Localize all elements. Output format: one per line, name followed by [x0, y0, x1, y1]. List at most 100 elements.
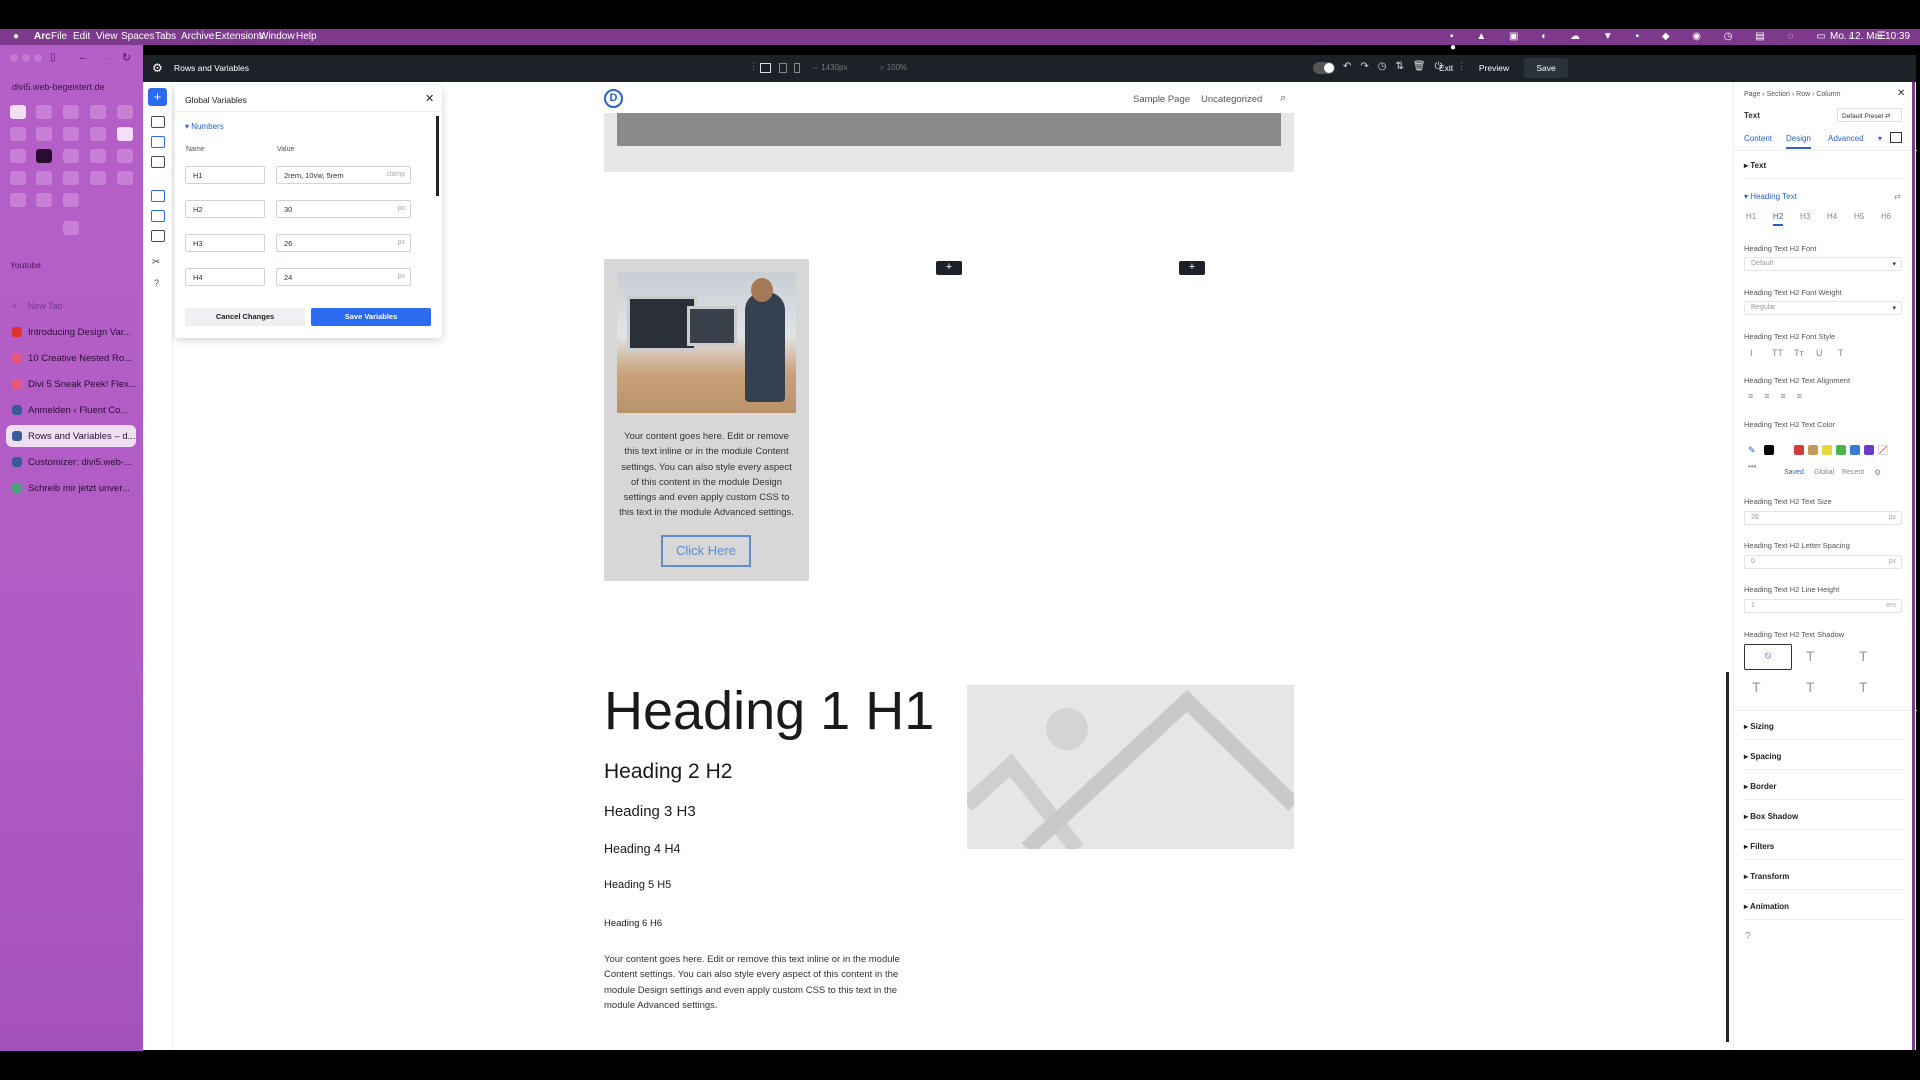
save-button[interactable]: Save [1524, 58, 1568, 78]
favorite-icon[interactable] [63, 127, 79, 141]
size-input[interactable]: 26 px [1744, 511, 1902, 525]
section-options-icon[interactable]: ⇄ [1894, 192, 1901, 201]
variable-name-input[interactable]: H3 [185, 234, 265, 252]
section-filters-toggle[interactable]: ▸ Filters [1744, 842, 1904, 860]
variable-name-input[interactable]: H4 [185, 268, 265, 286]
scrollbar[interactable] [436, 116, 439, 196]
favorite-icon[interactable] [36, 149, 52, 163]
line-height-input[interactable]: 1 em [1744, 599, 1902, 613]
menu-window[interactable]: Window [259, 31, 295, 42]
search-icon[interactable]: ⌕ [1280, 92, 1286, 105]
color-tab-recent[interactable]: Recent [1842, 469, 1864, 476]
save-variables-button[interactable]: Save Variables [311, 308, 431, 326]
preset-dropdown[interactable]: Default Preset ⇄ [1837, 108, 1902, 122]
color-swatch[interactable] [1864, 445, 1874, 455]
forward-icon[interactable]: → [100, 51, 111, 63]
presets-icon[interactable] [151, 156, 165, 168]
history-icons[interactable]: ↶↷◷⇅🗑⏻ [1343, 61, 1451, 72]
preview-button[interactable]: Preview [1470, 58, 1518, 78]
heading-4[interactable]: Heading 4 H4 [604, 842, 680, 856]
more-icon[interactable]: ⋮ [1457, 61, 1466, 72]
heading-tab-h2[interactable]: H2 [1773, 212, 1784, 226]
favorite-icon[interactable] [90, 171, 106, 185]
image-placeholder-icon[interactable] [967, 685, 1294, 849]
cancel-changes-button[interactable]: Cancel Changes [185, 308, 305, 326]
heading-5[interactable]: Heading 5 H5 [604, 879, 671, 891]
font-style-button[interactable]: T [1838, 348, 1844, 358]
color-swatch[interactable] [1850, 445, 1860, 455]
menu-archive[interactable]: Archive [181, 31, 214, 42]
traffic-light-icon[interactable] [10, 54, 18, 62]
font-style-button[interactable]: Tт [1794, 348, 1804, 358]
canvas-width[interactable]: ⇔ 1430px [811, 63, 847, 72]
breadcrumb[interactable]: Page › Section › Row › Column [1744, 91, 1840, 98]
menu-file[interactable]: File [51, 31, 67, 42]
heading-6[interactable]: Heading 6 H6 [604, 918, 662, 929]
traffic-light-icon[interactable] [22, 54, 30, 62]
favorite-icon[interactable] [36, 193, 52, 207]
exit-button[interactable]: Exit [1439, 63, 1453, 73]
page-settings-icon[interactable] [151, 190, 165, 202]
layers-icon[interactable] [151, 116, 165, 128]
favorite-icon[interactable] [10, 171, 26, 185]
close-icon[interactable]: ✕ [1897, 88, 1905, 99]
heading-tab-h4[interactable]: H4 [1827, 212, 1837, 221]
tab-design[interactable]: Design [1786, 134, 1811, 149]
favorite-icon[interactable] [36, 171, 52, 185]
heading-1[interactable]: Heading 1 H1 [604, 680, 934, 742]
nav-sample-page[interactable]: Sample Page [1133, 94, 1190, 105]
favorite-icon[interactable] [10, 193, 26, 207]
reload-icon[interactable]: ↻ [122, 51, 131, 64]
arc-tab[interactable]: Introducing Design Var... [6, 321, 136, 343]
help-icon[interactable]: ? [1745, 931, 1751, 942]
heading-2[interactable]: Heading 2 H2 [604, 760, 732, 784]
menu-extensions[interactable]: Extensions [215, 31, 264, 42]
font-style-button[interactable]: I [1750, 348, 1753, 358]
heading-tab-h5[interactable]: H5 [1854, 212, 1864, 221]
arc-tab[interactable]: Schreib mir jetzt unver... [6, 477, 136, 499]
favorite-icon[interactable] [117, 127, 133, 141]
favorite-icon[interactable] [63, 193, 79, 207]
color-swatch[interactable] [1764, 445, 1774, 455]
color-settings-icon[interactable]: ⚙ [1874, 468, 1881, 477]
chevron-down-icon[interactable]: ▾ [1878, 134, 1882, 143]
menu-arc[interactable]: Arc [34, 31, 51, 42]
site-logo[interactable]: D [604, 89, 623, 108]
apple-icon[interactable]: ● [13, 31, 19, 42]
new-tab-button[interactable]: + New Tab [12, 301, 63, 311]
library-icon[interactable] [151, 210, 165, 222]
section-transform-toggle[interactable]: ▸ Transform [1744, 872, 1904, 890]
menu-tabs[interactable]: Tabs [155, 31, 176, 42]
variable-name-input[interactable]: H2 [185, 200, 265, 218]
favorite-icon[interactable] [63, 171, 79, 185]
favorite-icon[interactable] [36, 127, 52, 141]
shadow-preset-option[interactable]: T [1859, 679, 1868, 695]
favorite-icon[interactable] [90, 149, 106, 163]
arc-tab[interactable]: Customizer: divi5.web-... [6, 451, 136, 473]
heading-tab-h6[interactable]: H6 [1881, 212, 1891, 221]
color-swatch[interactable] [1808, 445, 1818, 455]
color-swatch[interactable] [1836, 445, 1846, 455]
favorite-icon[interactable] [117, 149, 133, 163]
text-align-buttons[interactable]: ≡≡≡≡ [1748, 391, 1813, 401]
arc-tab[interactable]: Divi 5 Sneak Peek! Flex... [6, 373, 136, 395]
portability-icon[interactable] [151, 230, 165, 242]
nav-uncategorized[interactable]: Uncategorized [1201, 94, 1262, 105]
letter-spacing-input[interactable]: 0 px [1744, 555, 1902, 569]
clear-color-swatch[interactable] [1878, 445, 1888, 455]
heading-3[interactable]: Heading 3 H3 [604, 803, 696, 820]
favorite-icon[interactable] [10, 149, 26, 163]
phone-view-icon[interactable] [794, 63, 800, 73]
help-icon[interactable]: ? [154, 278, 159, 288]
back-icon[interactable]: ← [78, 51, 89, 63]
shadow-preset-option[interactable]: T [1859, 648, 1868, 664]
card-image[interactable] [617, 272, 796, 413]
tab-content[interactable]: Content [1744, 134, 1772, 143]
variable-value-input[interactable]: 24 px [276, 268, 411, 286]
arc-tab[interactable]: Rows and Variables – d... [6, 425, 136, 447]
favorite-icon[interactable] [63, 105, 79, 119]
more-colors-icon[interactable]: ••• [1748, 462, 1756, 471]
section-border-toggle[interactable]: ▸ Border [1744, 782, 1904, 800]
font-style-button[interactable]: TT [1772, 348, 1783, 358]
section-animation-toggle[interactable]: ▸ Animation [1744, 902, 1904, 920]
